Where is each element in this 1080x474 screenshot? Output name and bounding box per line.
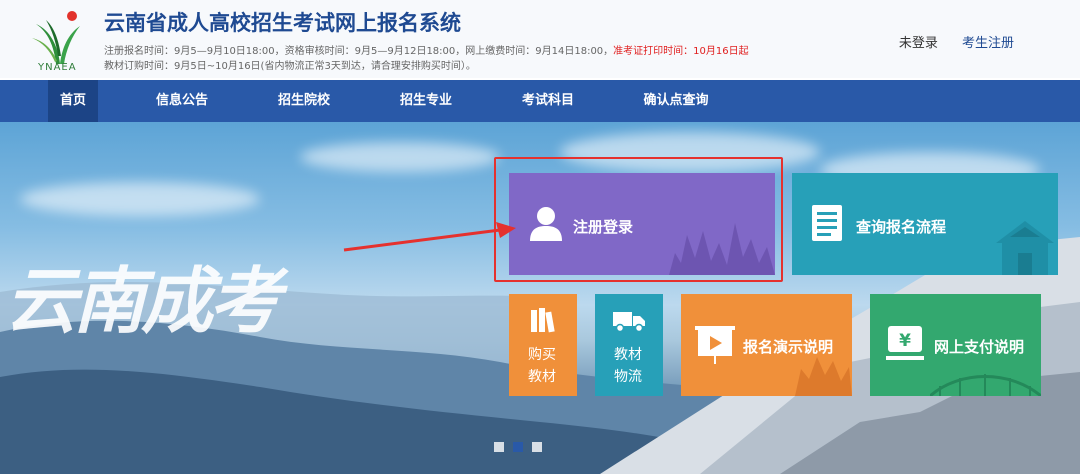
schedule-line-1: 注册报名时间：9月5—9月10日18:00，资格审核时间：9月5—9月12日18… — [104, 42, 749, 57]
nav-exam-subjects[interactable]: 考试科目 — [516, 80, 580, 122]
nav-home[interactable]: 首页 — [48, 80, 98, 122]
buy-books-label-2: 教材 — [528, 369, 556, 385]
books-icon — [531, 308, 555, 333]
yen-symbol: ¥ — [899, 331, 911, 351]
carousel-dot-3[interactable] — [532, 442, 542, 452]
site-title: 云南省成人高校招生考试网上报名系统 — [104, 11, 461, 35]
query-process-label: 查询报名流程 — [856, 218, 947, 236]
user-links: 未登录 考生注册 — [879, 32, 1014, 51]
query-process-tile[interactable]: 查询报名流程 — [792, 173, 1058, 275]
header-bar: YNAEA 云南省成人高校招生考试网上报名系统 注册报名时间：9月5—9月10日… — [0, 0, 1080, 78]
login-status[interactable]: 未登录 — [899, 36, 938, 51]
nav-institutions[interactable]: 招生院校 — [272, 80, 336, 122]
book-logistics-tile[interactable]: 教材 物流 — [595, 294, 663, 396]
presentation-play-icon — [695, 326, 735, 364]
buy-books-tile[interactable]: 购买 教材 — [509, 294, 577, 396]
document-list-icon — [812, 205, 842, 241]
hero-slogan: 云南成考 — [5, 258, 281, 343]
logo-text: YNAEA — [38, 62, 77, 73]
yen-card-icon: ¥ — [886, 326, 924, 360]
truck-icon — [613, 312, 645, 332]
highlight-box — [494, 157, 783, 282]
demo-guide-tile[interactable]: 报名演示说明 — [681, 294, 852, 396]
schedule-text: 注册报名时间：9月5—9月10日18:00，资格审核时间：9月5—9月12日18… — [104, 46, 614, 57]
nav-confirmation-sites[interactable]: 确认点查询 — [636, 80, 716, 122]
buy-books-label-1: 购买 — [528, 347, 556, 363]
main-nav: 首页 信息公告 招生院校 招生专业 考试科目 确认点查询 — [0, 80, 1080, 122]
nav-majors[interactable]: 招生专业 — [394, 80, 458, 122]
schedule-line-2: 教材订购时间：9月5日~10月16日(省内物流正常3天到达，请合理安排购买时间）… — [104, 61, 476, 72]
book-logistics-label-1: 教材 — [614, 347, 642, 363]
payment-guide-label: 网上支付说明 — [934, 338, 1025, 356]
nav-announcements[interactable]: 信息公告 — [150, 80, 214, 122]
book-logistics-label-2: 物流 — [614, 369, 642, 385]
carousel-dot-1[interactable] — [494, 442, 504, 452]
register-link[interactable]: 考生注册 — [962, 36, 1014, 51]
pagoda-icon — [795, 357, 852, 396]
admission-print-notice: 准考证打印时间：10月16日起 — [613, 46, 749, 57]
bridge-icon — [930, 374, 1041, 396]
tower-icon — [996, 221, 1054, 275]
carousel-dot-2[interactable] — [513, 442, 523, 452]
annotation-arrow-icon — [343, 222, 516, 252]
payment-guide-tile[interactable]: ¥ 网上支付说明 — [870, 294, 1041, 396]
